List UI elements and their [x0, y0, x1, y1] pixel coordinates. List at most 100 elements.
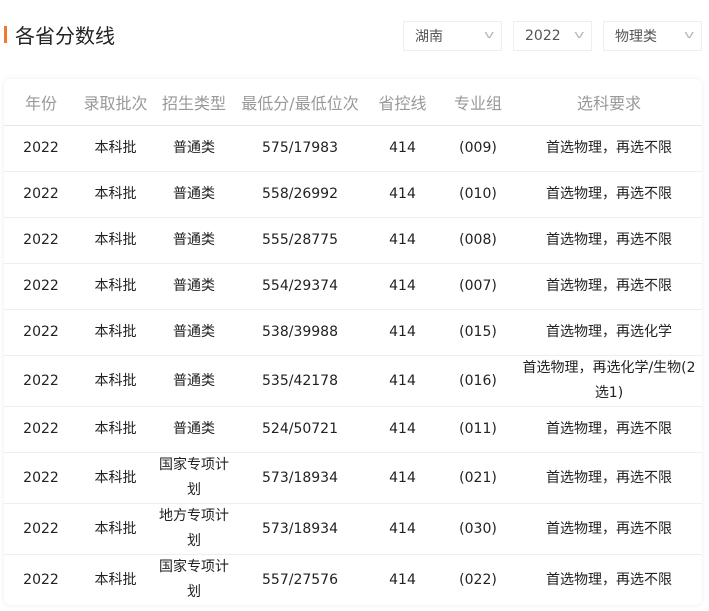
- table-row: 2022 本科批 普通类 538/39988 414 (015) 首选物理，再选化学: [4, 309, 702, 356]
- year-select[interactable]: 2022 v: [513, 21, 592, 51]
- cell-subject-requirement: 首选物理，再选不限: [516, 503, 702, 555]
- score-table-card: 年份 录取批次 招生类型 最低分/最低位次 省控线 专业组 选科要求 2022 本科批 普通类 5…: [4, 79, 702, 605]
- cell-major-group: (022): [459, 571, 497, 588]
- table-header-row: 年份 录取批次 招生类型 最低分/最低位次 省控线 专业组 选科要求: [4, 79, 702, 126]
- cell-control-line: 414: [365, 263, 440, 310]
- chevron-down-icon: v: [484, 28, 495, 41]
- table-row: 2022 本科批 国家专项计划 557/27576 414 (022) 首选物理，再选不限: [4, 555, 702, 606]
- cell-min-score-rank: 538/39988: [235, 309, 365, 356]
- column-header-subject-requirement: 选科要求: [516, 79, 702, 126]
- column-header-type: 招生类型: [153, 79, 235, 126]
- cell-batch: 本科批: [78, 503, 153, 555]
- cell-batch: 本科批: [94, 571, 137, 588]
- cell-major-group: (007): [440, 263, 516, 310]
- cell-subject-requirement: 首选物理，再选不限: [516, 171, 702, 218]
- cell-min-score-rank: 535/42178: [235, 355, 365, 407]
- table-row: 2022 本科批 地方专项计划 573/18934 414 (030) 首选物理，再选不限: [4, 503, 702, 555]
- column-header-year: 年份: [4, 79, 78, 126]
- cell-min-score-rank: 524/50721: [235, 406, 365, 453]
- table-row: 2022 本科批 普通类 554/29374 414 (007) 首选物理，再选不限: [4, 263, 702, 310]
- cell-subject-requirement: 首选物理，再选不限: [546, 571, 672, 588]
- cell-min-score-rank: 554/29374: [235, 263, 365, 310]
- table-row: 2022 本科批 普通类 535/42178 414 (016) 首选物理，再选化学/生物(…: [4, 355, 702, 407]
- cell-batch: 本科批: [78, 171, 153, 218]
- column-header-major-group: 专业组: [440, 79, 516, 126]
- cell-control-line: 414: [365, 503, 440, 555]
- cell-subject-requirement: 首选物理，再选不限: [516, 217, 702, 264]
- cell-control-line: 414: [365, 125, 440, 172]
- cell-min-score-rank: 575/17983: [235, 125, 365, 172]
- page-title: 各省分数线: [15, 24, 115, 48]
- cell-subject-requirement: 首选物理，再选不限: [516, 406, 702, 453]
- cell-batch: 本科批: [78, 452, 153, 504]
- cell-min-score-rank: 555/28775: [235, 217, 365, 264]
- cell-subject-requirement: 首选物理，再选不限: [516, 125, 702, 172]
- table-row: 2022 本科批 普通类 555/28775 414 (008) 首选物理，再选不限: [4, 217, 702, 264]
- cell-type: 普通类: [153, 217, 235, 264]
- cell-year: 2022: [4, 406, 78, 453]
- cell-type: 国家专项计划: [153, 452, 235, 504]
- cell-year: 2022: [4, 452, 78, 504]
- cell-batch: 本科批: [78, 263, 153, 310]
- cell-type: 普通类: [153, 263, 235, 310]
- cell-control-line: 414: [389, 571, 416, 588]
- cell-major-group: (008): [440, 217, 516, 264]
- chevron-down-icon: v: [684, 28, 695, 41]
- cell-year: 2022: [4, 503, 78, 555]
- cell-subject-requirement: 首选物理，再选化学: [516, 309, 702, 356]
- cell-major-group: (015): [440, 309, 516, 356]
- cell-year: 2022: [4, 309, 78, 356]
- cell-type: 普通类: [153, 355, 235, 407]
- cell-batch: 本科批: [78, 309, 153, 356]
- cell-type: 地方专项计划: [153, 503, 235, 555]
- cell-year: 2022: [4, 263, 78, 310]
- cell-subject-requirement: 首选物理，再选不限: [516, 263, 702, 310]
- cell-batch: 本科批: [78, 125, 153, 172]
- cell-type: 普通类: [153, 125, 235, 172]
- cell-type: 普通类: [153, 309, 235, 356]
- column-header-control-line: 省控线: [365, 79, 440, 126]
- table-row: 2022 本科批 普通类 558/26992 414 (010) 首选物理，再选不限: [4, 171, 702, 218]
- cell-major-group: (010): [440, 171, 516, 218]
- province-value: 湖南: [415, 29, 443, 45]
- cell-year: 2022: [4, 125, 78, 172]
- subject-select[interactable]: 物理类 v: [603, 21, 702, 51]
- cell-type: 国家专项计划: [159, 559, 229, 600]
- column-header-min-score-rank: 最低分/最低位次: [235, 79, 365, 126]
- cell-min-score-rank: 573/18934: [235, 452, 365, 504]
- cell-year: 2022: [4, 171, 78, 218]
- cell-type: 普通类: [153, 406, 235, 453]
- chevron-down-icon: v: [574, 28, 585, 41]
- cell-year: 2022: [4, 355, 78, 407]
- cell-year: 2022: [4, 217, 78, 264]
- cell-batch: 本科批: [78, 355, 153, 407]
- cell-control-line: 414: [365, 355, 440, 407]
- cell-major-group: (016): [440, 355, 516, 407]
- table-row: 2022 本科批 普通类 575/17983 414 (009) 首选物理，再选不限: [4, 125, 702, 172]
- cell-min-score-rank: 558/26992: [235, 171, 365, 218]
- cell-control-line: 414: [365, 217, 440, 264]
- table-row: 2022 本科批 普通类 524/50721 414 (011) 首选物理，再选不限: [4, 406, 702, 453]
- cell-major-group: (011): [440, 406, 516, 453]
- cell-subject-requirement: 首选物理，再选不限: [516, 452, 702, 504]
- cell-major-group: (009): [440, 125, 516, 172]
- cell-min-score-rank: 573/18934: [235, 503, 365, 555]
- table-row: 2022 本科批 国家专项计划 573/18934 414 (021) 首选物理，再选不限: [4, 452, 702, 504]
- column-header-batch: 录取批次: [78, 79, 153, 126]
- cell-control-line: 414: [365, 406, 440, 453]
- cell-year: 2022: [23, 571, 59, 588]
- cell-batch: 本科批: [78, 406, 153, 453]
- subject-value: 物理类: [615, 29, 657, 45]
- cell-major-group: (030): [440, 503, 516, 555]
- cell-type: 普通类: [153, 171, 235, 218]
- cell-control-line: 414: [365, 309, 440, 356]
- cell-batch: 本科批: [78, 217, 153, 264]
- year-value: 2022: [525, 28, 561, 44]
- cell-subject-requirement: 首选物理，再选化学/生物(2选1): [516, 355, 702, 407]
- province-select[interactable]: 湖南 v: [403, 21, 502, 51]
- cell-min-score-rank: 557/27576: [262, 571, 338, 588]
- score-table: 年份 录取批次 招生类型 最低分/最低位次 省控线 专业组 选科要求 2022 本科批 普通类 5…: [4, 79, 702, 605]
- cell-major-group: (021): [440, 452, 516, 504]
- cell-control-line: 414: [365, 171, 440, 218]
- title-accent-bar: [4, 26, 7, 43]
